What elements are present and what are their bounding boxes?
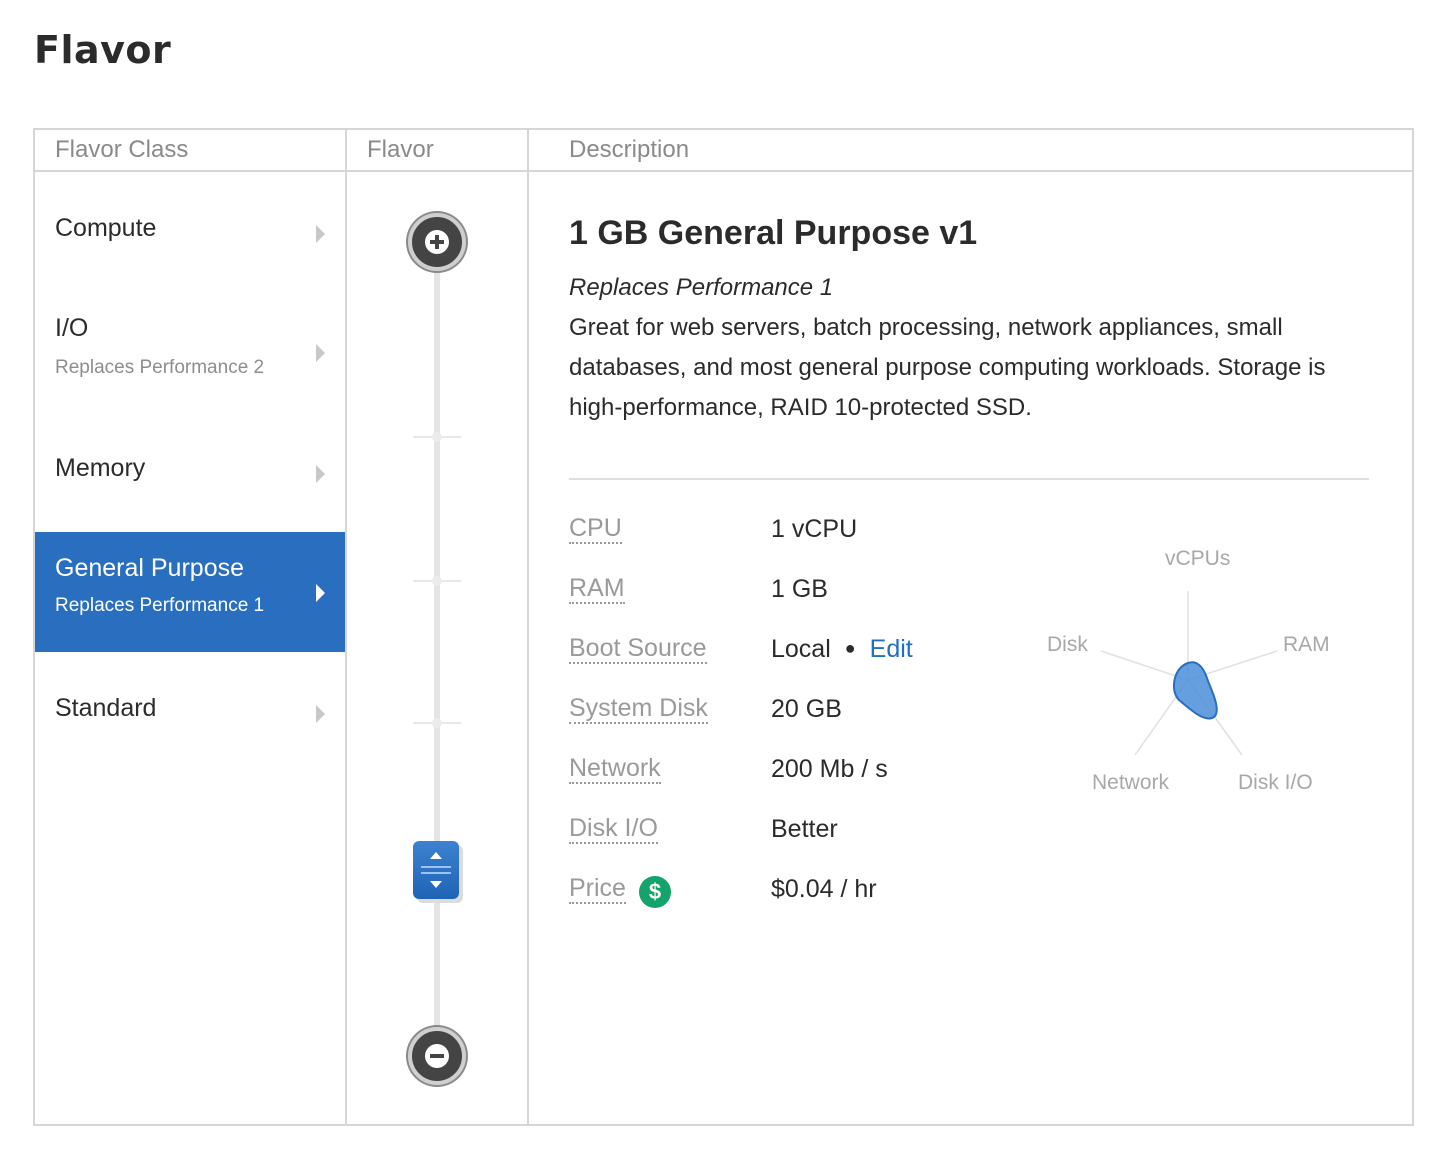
spec-label-network[interactable]: Network xyxy=(569,754,661,784)
radar-label-disk: Disk xyxy=(1047,633,1088,656)
spec-value-system-disk: 20 GB xyxy=(771,695,842,723)
flavor-class-sublabel: Replaces Performance 1 xyxy=(55,595,265,616)
column-divider xyxy=(527,130,529,1124)
flavor-panel: Flavor Class Flavor Description Compute … xyxy=(33,128,1414,1126)
flavor-class-label: General Purpose xyxy=(55,554,245,582)
plus-icon xyxy=(425,230,449,254)
chevron-right-icon xyxy=(316,465,325,483)
spec-label-boot-source[interactable]: Boot Source xyxy=(569,634,707,664)
spec-label-ram[interactable]: RAM xyxy=(569,574,625,604)
radar-shape xyxy=(1172,661,1218,720)
flavor-description: Great for web servers, batch processing,… xyxy=(569,314,1326,421)
column-header-flavor-class: Flavor Class xyxy=(55,136,189,163)
flavor-class-standard[interactable]: Standard xyxy=(35,694,345,734)
flavor-class-io[interactable]: I/O Replaces Performance 2 xyxy=(35,314,345,394)
flavor-class-memory[interactable]: Memory xyxy=(35,454,345,494)
spec-value-price: $0.04 / hr xyxy=(771,875,877,903)
spec-value-disk-io: Better xyxy=(771,815,838,843)
radar-chart: vCPUs RAM Disk I/O Network Disk xyxy=(1047,547,1330,794)
flavor-class-compute[interactable]: Compute xyxy=(35,214,345,254)
slider-track[interactable] xyxy=(434,260,440,1050)
page-title: Flavor xyxy=(34,28,172,72)
down-arrow-icon xyxy=(430,881,442,888)
grip-line xyxy=(421,872,451,874)
table-header: Flavor Class Flavor Description xyxy=(35,130,1412,172)
radar-label-disk-io: Disk I/O xyxy=(1238,771,1313,794)
edit-boot-source-link[interactable]: Edit xyxy=(870,635,913,663)
slider-tick-dot xyxy=(432,576,442,586)
flavor-class-general-purpose[interactable]: General Purpose Replaces Performance 1 xyxy=(35,532,345,652)
spec-value-ram: 1 GB xyxy=(771,575,828,603)
flavor-class-sublabel: Replaces Performance 2 xyxy=(55,357,265,378)
increase-flavor-button[interactable] xyxy=(408,213,466,271)
flavor-class-label: I/O xyxy=(55,314,89,342)
chevron-right-icon xyxy=(316,584,325,602)
boot-source-value: Local xyxy=(771,635,831,663)
grip-line xyxy=(421,866,451,868)
column-divider xyxy=(345,130,347,1124)
decrease-flavor-button[interactable] xyxy=(408,1027,466,1085)
radar-label-network: Network xyxy=(1092,771,1170,794)
divider xyxy=(569,478,1369,480)
flavor-class-label: Standard xyxy=(55,694,157,722)
up-arrow-icon xyxy=(430,852,442,859)
flavor-title: 1 GB General Purpose v1 xyxy=(569,214,978,252)
flavor-replaces: Replaces Performance 1 xyxy=(569,274,834,301)
chevron-right-icon xyxy=(316,225,325,243)
spec-label-price[interactable]: Price xyxy=(569,874,626,904)
spec-value-network: 200 Mb / s xyxy=(771,755,888,783)
minus-icon xyxy=(425,1044,449,1068)
chevron-right-icon xyxy=(316,705,325,723)
spec-label-system-disk[interactable]: System Disk xyxy=(569,694,708,724)
separator-dot: ● xyxy=(844,638,856,658)
flavor-class-label: Compute xyxy=(55,214,157,242)
slider-handle[interactable] xyxy=(413,841,459,899)
spec-value-boot-source: Local ● Edit xyxy=(771,634,913,666)
chevron-right-icon xyxy=(316,344,325,362)
spec-value-cpu: 1 vCPU xyxy=(771,515,858,543)
slider-tick-dot xyxy=(432,432,442,442)
slider-tick-dot xyxy=(432,718,442,728)
column-header-flavor: Flavor xyxy=(367,136,434,163)
radar-label-ram: RAM xyxy=(1283,633,1330,656)
column-header-description: Description xyxy=(569,136,690,163)
spec-label-cpu[interactable]: CPU xyxy=(569,514,622,544)
radar-label-vcpus: vCPUs xyxy=(1165,547,1230,570)
spec-label-disk-io[interactable]: Disk I/O xyxy=(569,814,658,844)
flavor-class-label: Memory xyxy=(55,454,146,482)
dollar-icon: $ xyxy=(639,876,671,908)
